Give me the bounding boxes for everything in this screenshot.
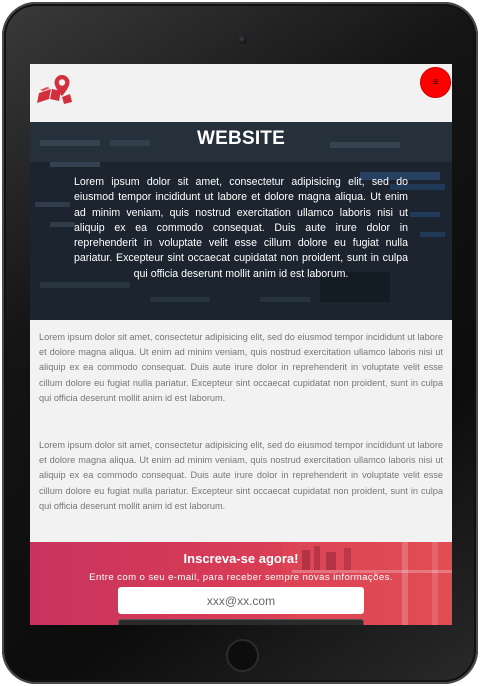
camera-icon [238, 35, 247, 44]
hero-banner: WEBSITE Lorem ipsum dolor sit amet, cons… [30, 122, 452, 320]
tablet-frame: ≡ WEBSITE Lorem ipsum dolor sit amet, co… [2, 2, 478, 684]
newsletter-subtitle: Entre com o seu e-mail, para receber sem… [89, 572, 393, 583]
content-paragraph: Lorem ipsum dolor sit amet, consectetur … [39, 440, 443, 511]
email-field[interactable] [118, 587, 364, 614]
newsletter-title: Inscreva-se agora! [183, 551, 299, 566]
subscribe-button[interactable] [118, 619, 364, 625]
home-button[interactable] [226, 639, 259, 672]
menu-button[interactable]: ≡ [420, 67, 451, 98]
hamburger-icon: ≡ [432, 76, 439, 88]
hero-text: Lorem ipsum dolor sit amet, consectetur … [74, 176, 408, 280]
screen: ≡ WEBSITE Lorem ipsum dolor sit amet, co… [30, 64, 452, 625]
content-paragraph: Lorem ipsum dolor sit amet, consectetur … [39, 332, 443, 403]
map-pin-blocks-icon[interactable] [37, 73, 75, 105]
site-header: ≡ [30, 64, 452, 122]
hero-title: WEBSITE [197, 128, 285, 149]
content-section: Lorem ipsum dolor sit amet, consectetur … [30, 320, 452, 542]
newsletter-section: Inscreva-se agora! Entre com o seu e-mai… [30, 542, 452, 625]
